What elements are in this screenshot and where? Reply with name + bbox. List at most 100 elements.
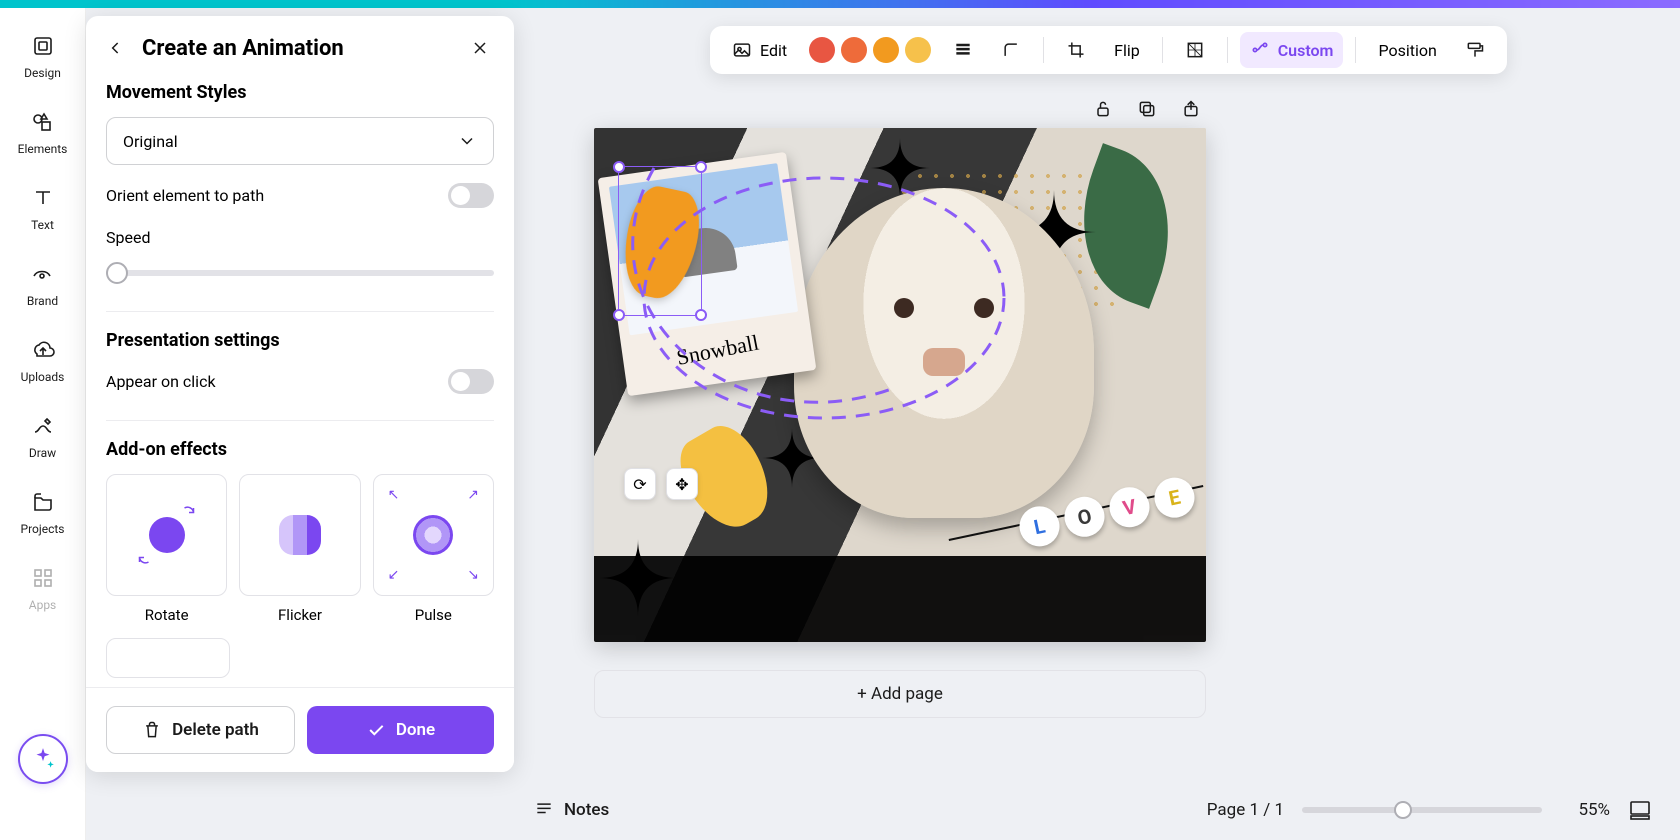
- uploads-icon: [29, 336, 57, 364]
- custom-label: Custom: [1278, 41, 1334, 60]
- border-radius-button[interactable]: [991, 32, 1031, 68]
- crop-icon: [1066, 40, 1086, 60]
- main-dog-photo[interactable]: [794, 188, 1094, 518]
- arrow-diag-icon: ↘: [467, 567, 479, 583]
- divider: [106, 311, 494, 312]
- back-button[interactable]: [102, 34, 130, 62]
- line-weight-button[interactable]: [943, 32, 983, 68]
- page-indicator[interactable]: Page 1 / 1: [1207, 800, 1284, 820]
- color-swatch-3[interactable]: [873, 37, 899, 63]
- design-icon: [29, 32, 57, 60]
- draw-icon: [29, 412, 57, 440]
- add-page-button[interactable]: + Add page: [594, 670, 1206, 718]
- duplicate-page-button[interactable]: [1132, 94, 1162, 124]
- pulse-preview-icon: [413, 515, 453, 555]
- move-handle[interactable]: ✥: [666, 468, 698, 500]
- arrow-diag-icon: ↖: [388, 487, 400, 503]
- rail-uploads[interactable]: Uploads: [21, 336, 65, 384]
- transparency-button[interactable]: [1175, 32, 1215, 68]
- chevron-down-icon: [457, 131, 477, 151]
- lock-open-icon: [1093, 99, 1113, 119]
- duplicate-icon: [1137, 99, 1157, 119]
- crop-button[interactable]: [1056, 32, 1096, 68]
- effect-pulse[interactable]: ↖ ↗ ↙ ↘: [373, 474, 494, 596]
- resize-handle[interactable]: [695, 309, 707, 321]
- done-button[interactable]: Done: [307, 706, 494, 754]
- zoom-thumb[interactable]: [1394, 801, 1412, 819]
- resize-handle[interactable]: [695, 161, 707, 173]
- rail-draw-label: Draw: [29, 446, 56, 460]
- movement-style-select[interactable]: Original: [106, 117, 494, 165]
- effect-flicker[interactable]: [239, 474, 360, 596]
- resize-handle[interactable]: [613, 161, 625, 173]
- format-painter-button[interactable]: [1455, 32, 1495, 68]
- color-swatch-4[interactable]: [905, 37, 931, 63]
- left-rail-nav: Design Elements Text Brand Uploads Draw …: [0, 8, 86, 840]
- speed-label: Speed: [106, 228, 494, 247]
- rotate-handle[interactable]: ⟳: [624, 468, 656, 500]
- movement-style-value: Original: [123, 132, 178, 151]
- color-swatch-1[interactable]: [809, 37, 835, 63]
- flip-button[interactable]: Flip: [1104, 32, 1150, 68]
- arrow-diag-icon: ↗: [467, 487, 479, 503]
- line-weight-icon: [953, 40, 973, 60]
- check-icon: [366, 720, 386, 740]
- edit-image-button[interactable]: Edit: [722, 32, 797, 68]
- effect-pulse-label: Pulse: [373, 606, 494, 624]
- rail-text[interactable]: Text: [29, 184, 57, 232]
- position-button[interactable]: Position: [1368, 32, 1446, 68]
- appear-on-click-label: Appear on click: [106, 372, 216, 391]
- ai-assistant-button[interactable]: [18, 734, 68, 784]
- delete-path-button[interactable]: Delete path: [106, 706, 295, 754]
- rail-design[interactable]: Design: [24, 32, 61, 80]
- effect-rotate[interactable]: [106, 474, 227, 596]
- elements-icon: [28, 108, 56, 136]
- export-icon: [1181, 99, 1201, 119]
- paint-roller-icon: [1465, 40, 1485, 60]
- resize-handle[interactable]: [613, 309, 625, 321]
- rail-projects[interactable]: Projects: [21, 488, 65, 536]
- animate-custom-button[interactable]: Custom: [1240, 32, 1344, 68]
- close-panel-button[interactable]: [466, 34, 494, 62]
- unlock-button[interactable]: [1088, 94, 1118, 124]
- rail-brand[interactable]: Brand: [27, 260, 58, 308]
- bead-l: L: [1016, 503, 1063, 550]
- context-toolbar: Edit Flip Custom Position: [710, 26, 1507, 74]
- zoom-slider[interactable]: [1302, 799, 1542, 821]
- rail-uploads-label: Uploads: [21, 370, 65, 384]
- element-floating-controls: ⟳ ✥: [624, 468, 698, 500]
- slider-thumb[interactable]: [106, 262, 128, 284]
- sparkle-icon: [30, 746, 56, 772]
- flicker-preview-icon: [279, 515, 321, 555]
- effect-extra[interactable]: [106, 638, 230, 678]
- grid-view-button[interactable]: [1628, 798, 1652, 822]
- separator: [1355, 37, 1356, 63]
- zoom-percentage[interactable]: 55%: [1560, 800, 1610, 820]
- position-label: Position: [1378, 41, 1436, 60]
- appear-on-click-toggle[interactable]: [448, 369, 494, 394]
- orient-to-path-toggle[interactable]: [448, 183, 494, 208]
- rail-apps[interactable]: Apps: [29, 564, 57, 612]
- notes-button[interactable]: Notes: [534, 800, 609, 820]
- color-swatch-2[interactable]: [841, 37, 867, 63]
- movement-styles-heading: Movement Styles: [106, 82, 494, 103]
- arrow-diag-icon: ↙: [388, 567, 400, 583]
- rail-text-label: Text: [31, 218, 54, 232]
- app-top-gradient: [0, 0, 1680, 8]
- rail-draw[interactable]: Draw: [29, 412, 57, 460]
- rail-elements[interactable]: Elements: [18, 108, 68, 156]
- speed-slider[interactable]: [106, 261, 494, 285]
- bottom-status-bar: Notes Page 1 / 1 55%: [514, 780, 1680, 840]
- create-animation-panel: Create an Animation Movement Styles Orig…: [86, 16, 514, 772]
- share-page-button[interactable]: [1176, 94, 1206, 124]
- trash-icon: [142, 720, 162, 740]
- selection-box[interactable]: [618, 166, 702, 316]
- flip-label: Flip: [1114, 41, 1140, 60]
- design-canvas[interactable]: Snowball L O V E: [594, 128, 1206, 642]
- addon-effects-heading: Add-on effects: [106, 439, 494, 460]
- rotate-preview-icon: [149, 517, 185, 553]
- separator: [1162, 37, 1163, 63]
- arrow-cw-icon: [135, 547, 153, 565]
- motion-path-icon: [1250, 40, 1270, 60]
- effects-grid: Rotate Flicker ↖ ↗ ↙ ↘ Pulse: [106, 474, 494, 624]
